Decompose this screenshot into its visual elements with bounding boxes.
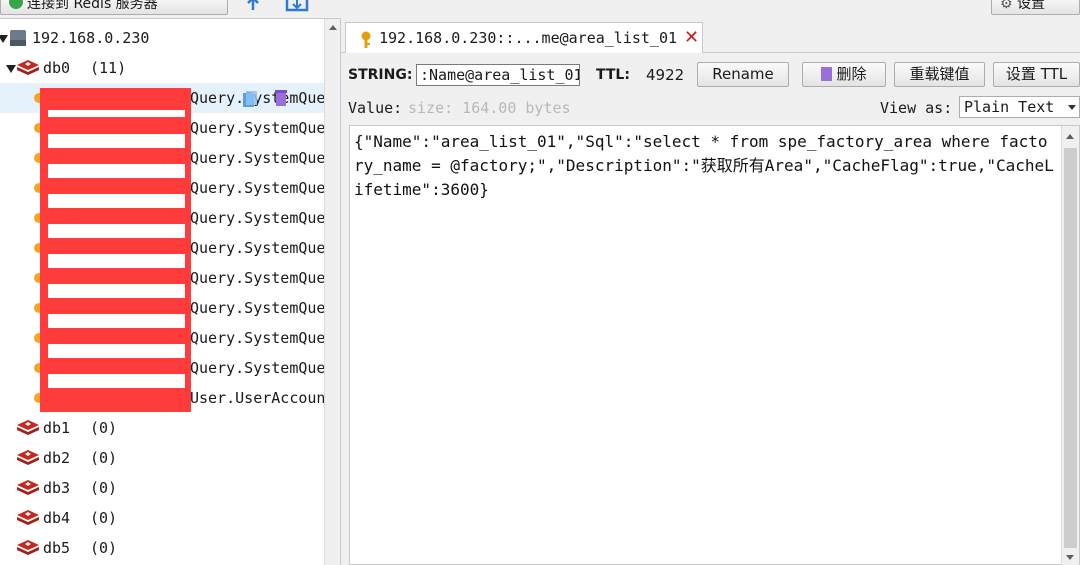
collapse-icon[interactable] [0, 35, 8, 43]
scroll-thumb[interactable] [1064, 148, 1077, 548]
import-icon[interactable] [242, 0, 264, 16]
redis-db-icon [17, 420, 39, 435]
tab-title: 192.168.0.230::...me@area_list_01 [379, 29, 678, 47]
scroll-up-icon[interactable] [1066, 134, 1074, 139]
redis-db-icon [17, 60, 39, 75]
connection-tree: 192.168.0.230 db0 (11) Query.SystemQue Q… [0, 18, 341, 565]
redis-db-icon [17, 450, 39, 465]
add-icon [9, 0, 23, 9]
chevron-down-icon [1068, 105, 1076, 110]
tree-db0-row[interactable]: db0 (11) [0, 53, 324, 83]
tab-bar: 192.168.0.230::...me@area_list_01 ✕ [341, 18, 1080, 54]
scroll-up-icon[interactable] [329, 25, 337, 30]
export-icon[interactable] [283, 0, 311, 16]
server-icon [10, 30, 26, 46]
redis-db-icon [17, 510, 39, 525]
tree-db-row[interactable]: db4 (0) [0, 503, 324, 533]
key-view-panel: STRING: :Name@area_list_01 TTL: 4922 Ren… [341, 53, 1080, 565]
editor-scrollbar[interactable] [1061, 126, 1079, 565]
reload-value-button[interactable]: 重载键值 [894, 62, 985, 87]
key-type-label: STRING: [348, 67, 413, 83]
tree-scrollbar[interactable] [324, 19, 340, 565]
connect-button[interactable]: 连接到 Redis 服务器 [0, 0, 228, 15]
key-icon [361, 31, 371, 48]
set-ttl-button[interactable]: 设置 TTL [993, 62, 1080, 87]
ttl-value: 4922 [646, 66, 685, 84]
redis-db-icon [17, 540, 39, 555]
redaction-overlay [40, 88, 191, 412]
value-content[interactable]: {"Name":"area_list_01","Sql":"select * f… [354, 130, 1056, 202]
gear-icon: ⚙ [1000, 0, 1013, 12]
tree-db-row[interactable]: db2 (0) [0, 443, 324, 473]
tree-db-row[interactable]: db3 (0) [0, 473, 324, 503]
server-name: 192.168.0.230 [32, 29, 150, 47]
delete-button[interactable]: 删除 [802, 62, 886, 87]
redis-db-icon [17, 480, 39, 495]
settings-button[interactable]: ⚙ 设置 [991, 0, 1080, 15]
value-label: Value: [348, 99, 403, 117]
copy-icon[interactable] [242, 90, 258, 108]
view-as-label: View as: [880, 99, 953, 117]
toolbar: 连接到 Redis 服务器 ⚙ 设置 [0, 0, 1080, 18]
tree-db-row[interactable]: db5 (0) [0, 533, 324, 563]
view-as-select[interactable]: Plain Text [959, 96, 1080, 118]
tab-key-view[interactable]: 192.168.0.230::...me@area_list_01 ✕ [345, 22, 703, 54]
trash-icon [821, 67, 833, 81]
close-tab-icon[interactable]: ✕ [684, 27, 699, 48]
collapse-icon[interactable] [6, 65, 16, 73]
key-name-input[interactable]: :Name@area_list_01 [416, 64, 580, 86]
value-size: size: 164.00 bytes [408, 99, 571, 117]
trash-icon[interactable] [274, 89, 288, 107]
scroll-down-icon[interactable] [1066, 555, 1074, 560]
ttl-label: TTL: [596, 67, 630, 83]
tree-server-row[interactable]: 192.168.0.230 [0, 23, 324, 53]
rename-button[interactable]: Rename [697, 62, 789, 87]
value-editor[interactable]: {"Name":"area_list_01","Sql":"select * f… [349, 125, 1080, 565]
tree-db-row[interactable]: db1 (0) [0, 413, 324, 443]
